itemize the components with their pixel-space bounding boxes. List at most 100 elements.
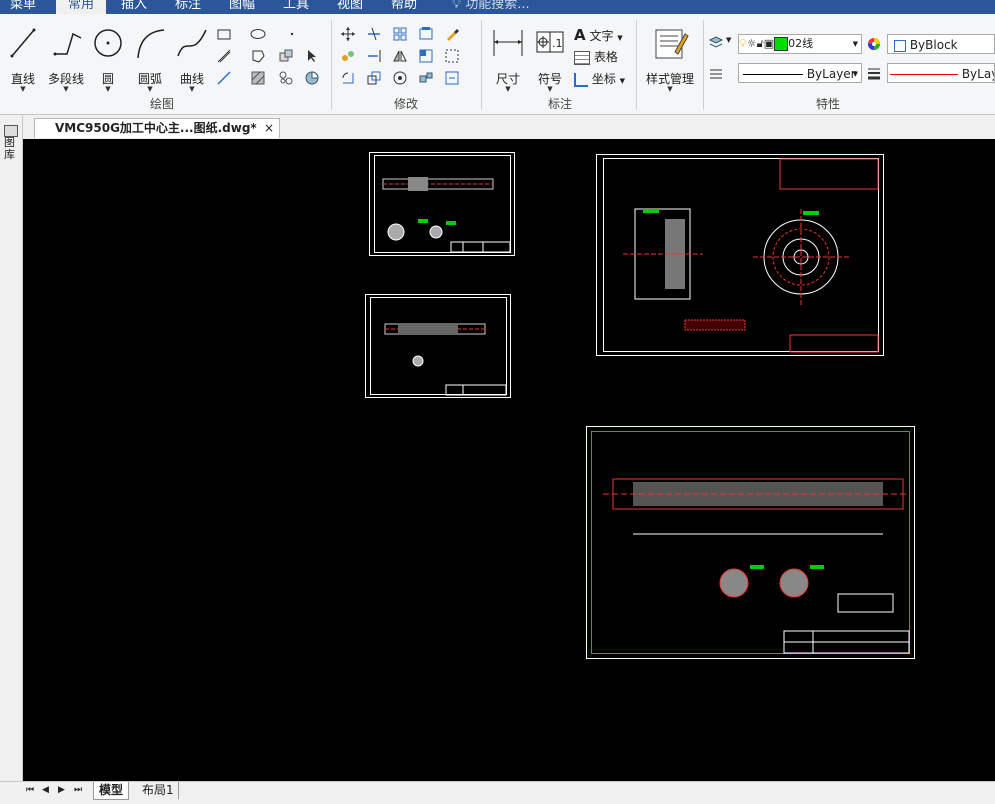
select-icon[interactable] <box>444 48 460 64</box>
table-button[interactable]: 表格 <box>574 48 618 66</box>
polyline-button[interactable]: 多段线 ▼ <box>43 24 89 94</box>
menu-item-annotate[interactable]: 标注 <box>175 0 201 14</box>
lock-icon: 🔓︎ <box>756 37 764 50</box>
menu-item-tools[interactable]: 工具 <box>283 0 309 14</box>
lightbulb-icon: 💡︎ <box>452 0 462 12</box>
library-tab[interactable]: 图库 <box>4 125 18 161</box>
chevron-down-icon: ▼ <box>105 85 111 93</box>
layer-color-swatch <box>774 37 789 51</box>
symbol-button[interactable]: .1 符号 ▼ <box>531 24 569 94</box>
document-tab[interactable]: VMC950G加工中心主...图纸.dwg* × <box>34 118 280 138</box>
trim-icon[interactable] <box>366 26 382 42</box>
copy-icon[interactable] <box>340 48 356 64</box>
circle-button[interactable]: 圆 ▼ <box>90 24 126 94</box>
line-icon <box>10 28 36 58</box>
color-swatch <box>894 39 906 52</box>
drawing-sheet-1[interactable] <box>369 152 515 256</box>
lightbulb-icon: 💡︎ <box>739 37 747 50</box>
extend-icon[interactable] <box>366 48 382 64</box>
move-icon[interactable] <box>340 26 356 42</box>
chevron-down-icon: ▼ <box>617 34 623 42</box>
group-icon[interactable] <box>278 70 294 86</box>
curve-button[interactable]: 曲线 ▼ <box>172 24 212 94</box>
layout-tab-bar: ⏮ ◀ ▶ ⏭ 模型 布局1 <box>0 781 995 804</box>
chevron-down-icon: ▼ <box>547 85 553 93</box>
erase-icon[interactable] <box>444 70 460 86</box>
offset-icon[interactable] <box>418 26 434 42</box>
lineweight-select[interactable]: ByLay <box>887 63 995 83</box>
menu-item-insert[interactable]: 插入 <box>121 0 147 14</box>
ellipse-icon[interactable] <box>250 26 266 42</box>
first-layout-icon[interactable]: ⏮ <box>26 785 34 795</box>
menu-item-menu[interactable]: 菜单 <box>10 0 36 14</box>
rectangle-icon[interactable] <box>216 26 232 42</box>
group-divider <box>636 20 637 110</box>
circle-icon <box>94 29 122 57</box>
mirror-icon[interactable] <box>392 48 408 64</box>
annotate-group-label: 标注 <box>547 97 572 111</box>
document-tab-title: VMC950G加工中心主...图纸.dwg* <box>55 121 257 135</box>
spline-icon <box>177 29 207 57</box>
coordinate-button[interactable]: 坐标 ▼ <box>574 70 625 88</box>
sun-icon: ☼ <box>746 37 757 50</box>
chevron-down-icon: ▼ <box>20 85 26 93</box>
chevron-down-icon: ▼ <box>619 77 626 85</box>
construction-line-icon[interactable] <box>216 48 232 64</box>
point-icon[interactable] <box>284 26 300 42</box>
menu-item-help[interactable]: 帮助 <box>391 0 417 14</box>
tab-layout1[interactable]: 布局1 <box>138 782 179 799</box>
region-icon[interactable] <box>250 48 266 64</box>
explode-icon[interactable] <box>418 70 434 86</box>
tab-model[interactable]: 模型 <box>93 782 130 800</box>
color-select[interactable]: ByBlock <box>887 34 995 54</box>
scale-icon[interactable] <box>366 70 382 86</box>
linetype-select[interactable]: ByLayer ▼ <box>738 63 862 83</box>
close-icon[interactable]: × <box>264 119 274 138</box>
drawing-sheet-3[interactable] <box>596 154 884 356</box>
drawing-sheet-4[interactable] <box>586 426 915 659</box>
chevron-down-icon: ▼ <box>852 40 858 48</box>
ray-icon[interactable] <box>216 70 232 86</box>
modify-group-label: 修改 <box>393 97 418 111</box>
coordinate-icon <box>574 72 588 87</box>
cursor-icon[interactable] <box>304 48 320 64</box>
line-sample <box>890 74 958 75</box>
fillet-icon[interactable] <box>392 70 408 86</box>
next-layout-icon[interactable]: ▶ <box>58 785 65 795</box>
layer-select[interactable]: 💡︎☼🔓︎▣ 02线 ▼ <box>738 34 862 54</box>
prev-layout-icon[interactable]: ◀ <box>42 785 49 795</box>
menu-item-view[interactable]: 视图 <box>337 0 363 14</box>
group-divider <box>703 20 704 110</box>
chevron-down-icon: ▼ <box>189 85 195 93</box>
line-button[interactable]: 直线 ▼ <box>4 24 42 94</box>
group-divider <box>331 20 332 110</box>
layer-manager-icon[interactable] <box>708 34 724 50</box>
library-panel: 图库 <box>0 115 23 785</box>
lineweight-icon[interactable] <box>866 65 882 81</box>
array-icon[interactable] <box>392 26 408 42</box>
draw-group-label: 绘图 <box>149 97 174 111</box>
color-wheel-icon[interactable] <box>866 36 882 52</box>
dimension-button[interactable]: 尺寸 ▼ <box>488 24 528 94</box>
search-box[interactable]: 💡︎ 功能搜索... <box>452 0 530 14</box>
menu-bar: 菜单 常用 插入 标注 图幅 工具 视图 帮助 💡︎ 功能搜索... <box>0 0 995 14</box>
chevron-down-icon: ▼ <box>147 85 153 93</box>
stretch-icon[interactable] <box>418 48 434 64</box>
last-layout-icon[interactable]: ⏭ <box>74 785 82 795</box>
drawing-canvas[interactable] <box>23 139 995 781</box>
drawing-sheet-2[interactable] <box>365 294 511 398</box>
pie-icon[interactable] <box>304 70 320 86</box>
rotate-icon[interactable] <box>340 70 356 86</box>
block-icon[interactable] <box>278 48 294 64</box>
menu-item-home[interactable]: 常用 <box>56 0 106 14</box>
text-button[interactable]: A 文字 ▼ <box>574 26 623 44</box>
menu-item-frame[interactable]: 图幅 <box>229 0 255 14</box>
chevron-down-icon[interactable]: ▼ <box>726 36 731 44</box>
hatch-icon[interactable] <box>250 70 266 86</box>
arc-button[interactable]: 圆弧 ▼ <box>130 24 170 94</box>
style-manager-button[interactable]: 样式管理 ▼ <box>641 24 699 94</box>
linetype-icon[interactable] <box>708 65 724 81</box>
search-placeholder: 功能搜索... <box>465 0 530 12</box>
match-properties-icon[interactable] <box>444 26 460 42</box>
geometric-tolerance-icon: .1 <box>536 31 564 53</box>
